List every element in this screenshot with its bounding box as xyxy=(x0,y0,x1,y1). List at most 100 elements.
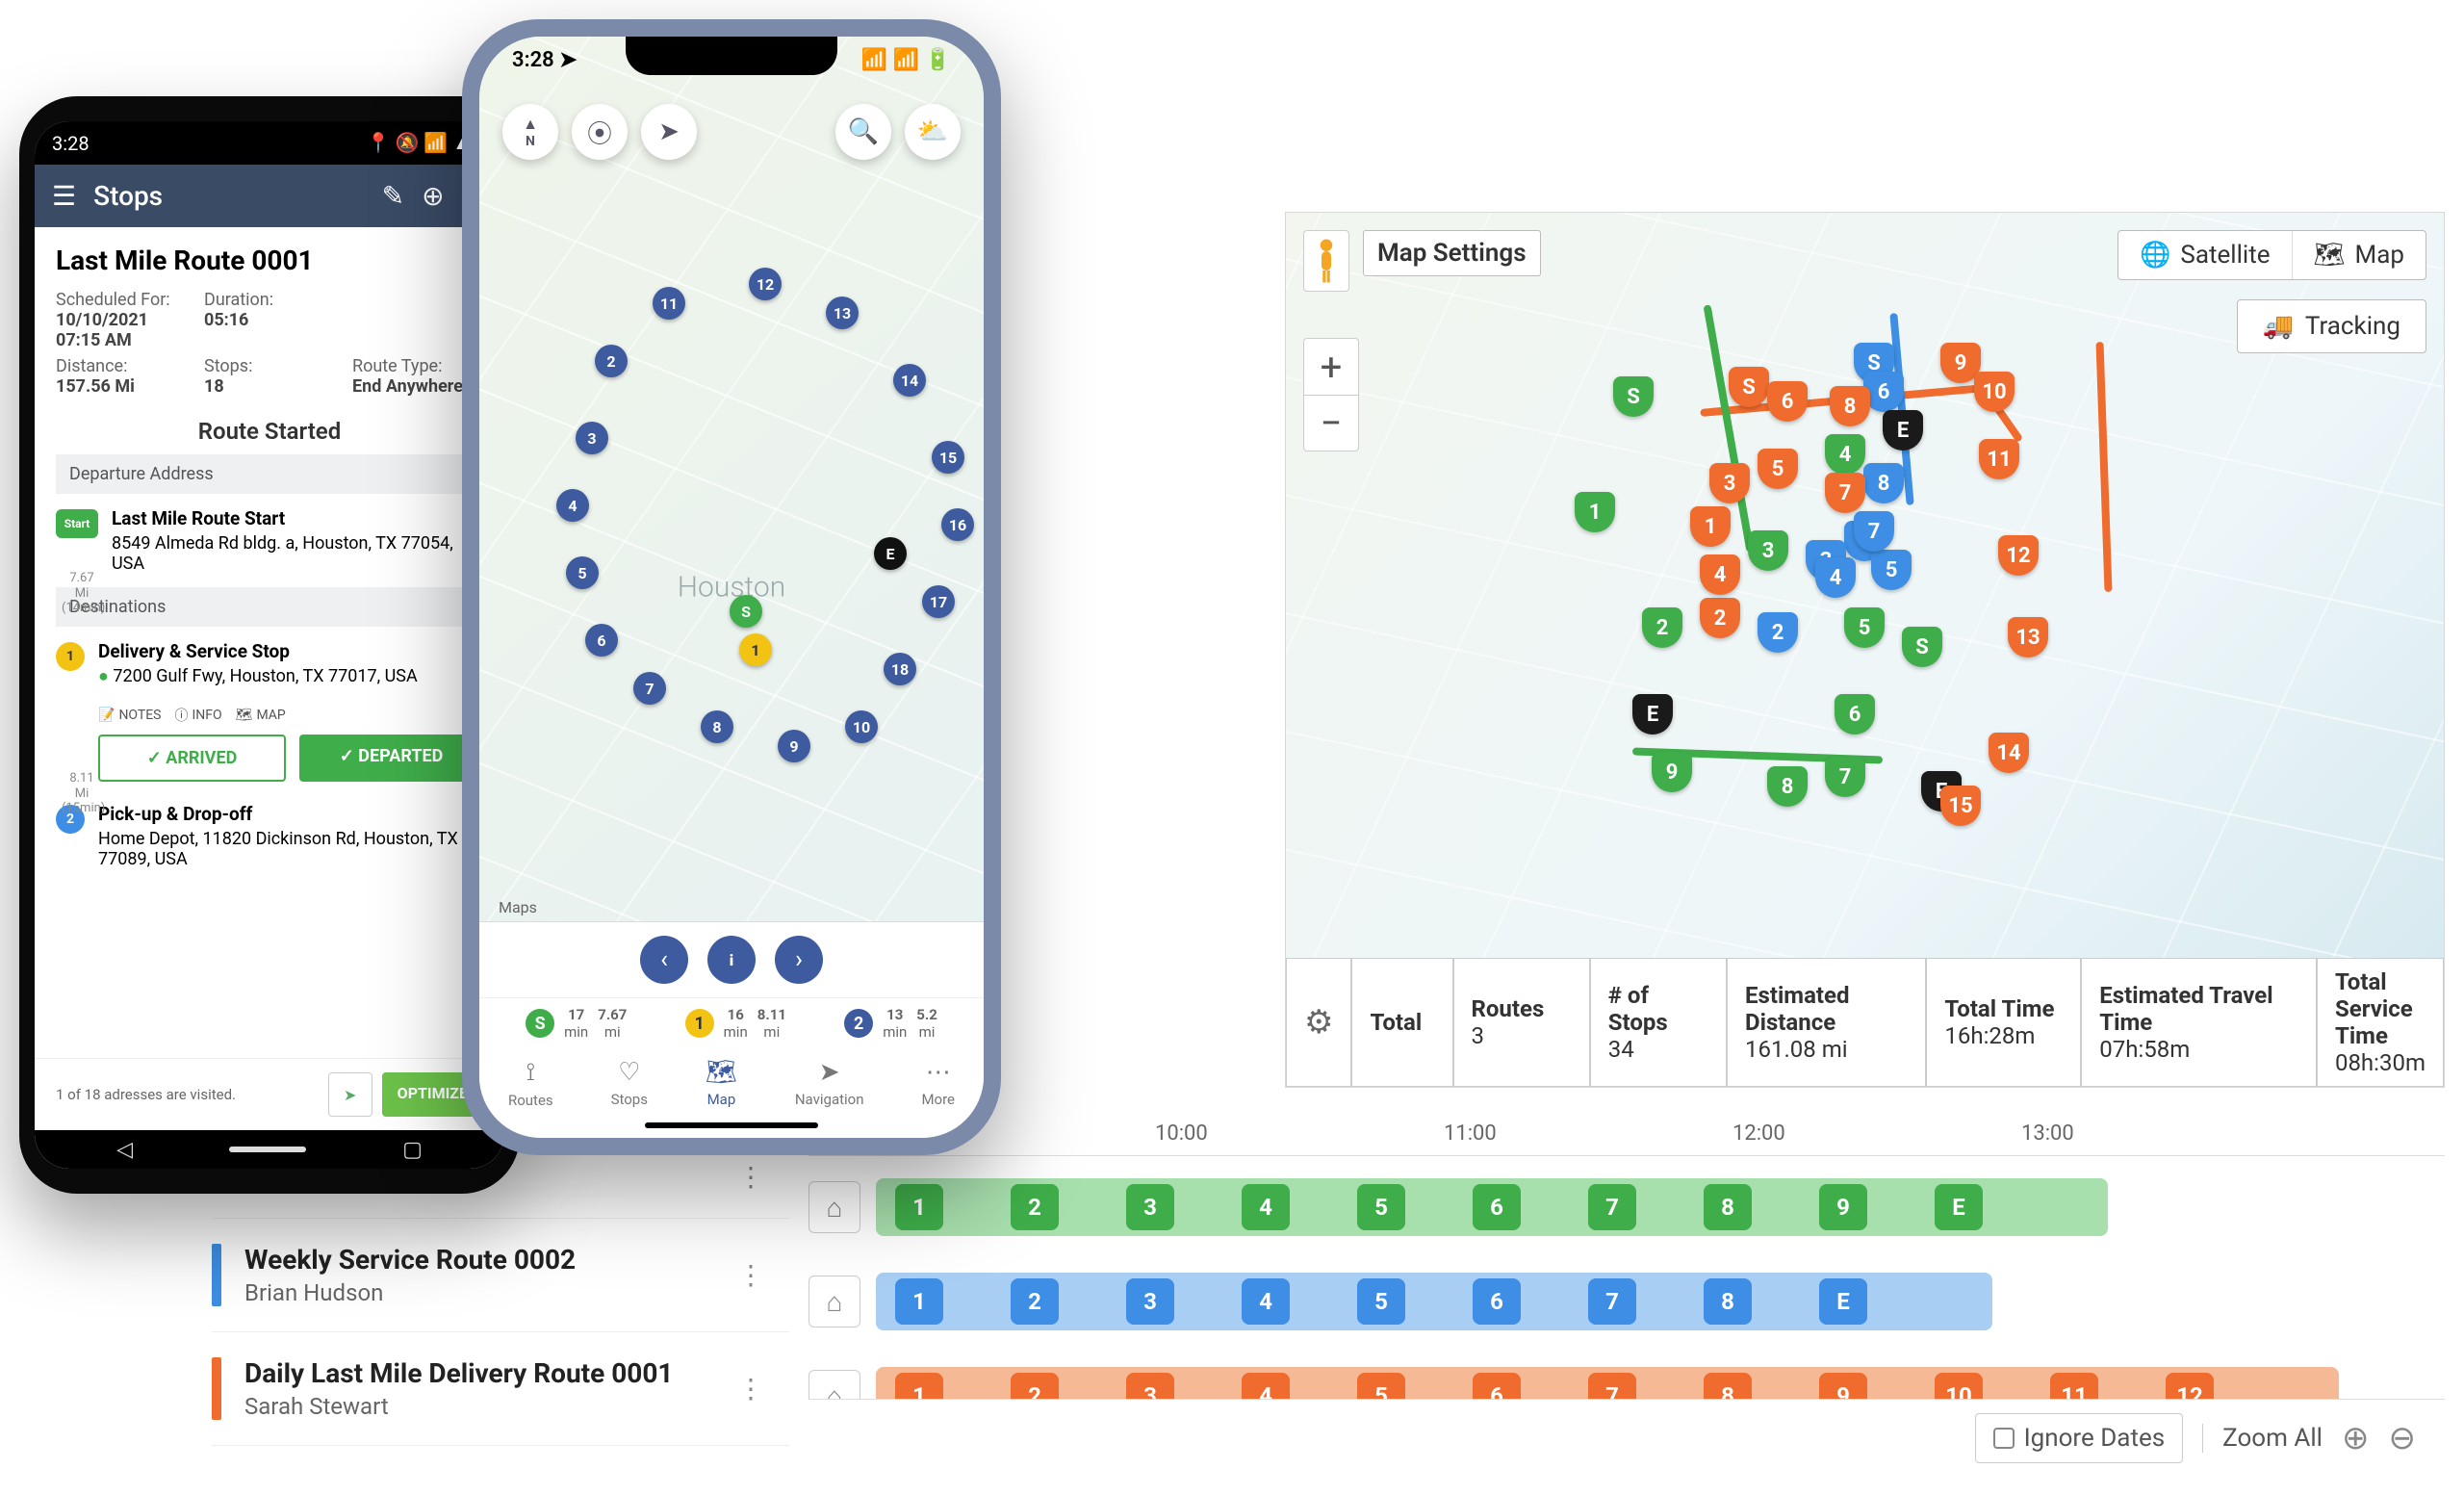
search-button[interactable]: 🔍 xyxy=(835,104,891,160)
departed-button[interactable]: ✓ DEPARTED xyxy=(299,735,483,782)
notes-button[interactable]: 📝 NOTES xyxy=(98,708,162,723)
map-marker[interactable]: 7 xyxy=(1825,473,1865,523)
mobile-map-marker[interactable]: E xyxy=(874,537,907,570)
map-marker[interactable]: 11 xyxy=(1979,439,2019,489)
timeline-stop[interactable]: 6 xyxy=(1473,1278,1521,1325)
mobile-map-marker[interactable]: 18 xyxy=(884,653,916,685)
mobile-map-marker[interactable]: 6 xyxy=(585,624,618,657)
mobile-map-marker[interactable]: 7 xyxy=(633,672,666,705)
strip-pin[interactable]: S xyxy=(526,1009,554,1038)
timeline-stop[interactable]: 8 xyxy=(1704,1184,1752,1230)
tracking-button[interactable]: 🚚Tracking xyxy=(2237,299,2426,353)
map-marker[interactable]: 14 xyxy=(1989,733,2029,783)
map-marker[interactable]: E xyxy=(1632,694,1673,744)
map-canvas[interactable]: Map Settings + − 🌐Satellite 🗺Map 🚚Tracki… xyxy=(1286,213,2444,1087)
mobile-map-marker[interactable]: 16 xyxy=(941,508,974,541)
timeline-stop[interactable]: 1 xyxy=(895,1278,943,1325)
tab-routes[interactable]: ⟟Routes xyxy=(508,1058,553,1109)
mobile-map-marker[interactable]: 11 xyxy=(653,287,685,320)
route-item-menu[interactable]: ⋮ xyxy=(732,1259,770,1291)
map-marker[interactable]: 9 xyxy=(1652,752,1692,802)
timeline-stop[interactable]: 7 xyxy=(1588,1278,1636,1325)
map-marker[interactable]: 3 xyxy=(1709,463,1750,513)
mobile-map-marker[interactable]: 9 xyxy=(778,730,810,762)
mobile-map-marker[interactable]: 15 xyxy=(932,441,964,474)
map-type-satellite[interactable]: 🌐Satellite xyxy=(2118,231,2292,279)
map-marker[interactable]: 15 xyxy=(1940,786,1981,836)
arrived-button[interactable]: ✓ ARRIVED xyxy=(98,735,286,782)
mobile-map-marker[interactable]: S xyxy=(730,595,762,628)
timeline-stop[interactable]: 2 xyxy=(1011,1184,1059,1230)
map-marker[interactable]: 3 xyxy=(1748,530,1788,580)
map-marker[interactable]: 2 xyxy=(1700,598,1740,648)
zoom-out-icon[interactable]: ⊖ xyxy=(2389,1419,2417,1457)
tab-map[interactable]: 🗺Map xyxy=(706,1058,737,1109)
timeline-stop[interactable]: E xyxy=(1819,1278,1867,1325)
timeline-stop[interactable]: E xyxy=(1935,1184,1983,1230)
timeline-home-button[interactable]: ⌂ xyxy=(808,1276,860,1327)
map-marker[interactable]: 6 xyxy=(1835,694,1875,744)
zoom-all-button[interactable]: Zoom All xyxy=(2202,1424,2323,1453)
timeline-stop[interactable]: 3 xyxy=(1126,1184,1174,1230)
tab-more[interactable]: ⋯More xyxy=(921,1058,955,1109)
mobile-map-marker[interactable]: 17 xyxy=(922,585,955,618)
summary-settings-button[interactable]: ⚙ xyxy=(1286,958,1351,1087)
locate-button[interactable]: ➤ xyxy=(641,104,697,160)
strip-pin[interactable]: 1 xyxy=(685,1009,714,1038)
route-list-item[interactable]: Daily Last Mile Delivery Route 0001Sarah… xyxy=(212,1332,789,1446)
map-marker[interactable]: 4 xyxy=(1700,554,1740,605)
next-stop-button[interactable]: › xyxy=(775,936,823,984)
timeline-stop[interactable]: 4 xyxy=(1242,1184,1290,1230)
route-list-item[interactable]: Weekly Service Route 0002Brian Hudson⋮ xyxy=(212,1219,789,1332)
zoom-out-button[interactable]: − xyxy=(1304,395,1358,451)
map-marker[interactable]: 2 xyxy=(1642,607,1682,657)
prev-stop-button[interactable]: ‹ xyxy=(640,936,688,984)
map-marker[interactable]: S xyxy=(1729,367,1769,417)
tab-stops[interactable]: ♡Stops xyxy=(611,1058,648,1109)
mobile-map-marker[interactable]: 12 xyxy=(749,268,782,300)
edit-icon[interactable]: ✎ xyxy=(382,180,404,212)
map-marker[interactable]: S xyxy=(1613,376,1654,426)
map-marker[interactable]: 6 xyxy=(1767,381,1808,431)
timeline-stop[interactable]: 3 xyxy=(1126,1278,1174,1325)
mobile-map-marker[interactable]: 5 xyxy=(566,556,599,589)
timeline-stop[interactable]: 1 xyxy=(895,1184,943,1230)
info-button[interactable]: ⓘ INFO xyxy=(175,706,222,725)
map-marker[interactable]: 5 xyxy=(1844,607,1885,657)
route-item-menu[interactable]: ⋮ xyxy=(732,1161,770,1193)
compass-button[interactable]: ▲N xyxy=(502,104,558,160)
mobile-map-marker[interactable]: 8 xyxy=(701,710,733,743)
add-icon[interactable]: ⊕ xyxy=(422,180,444,212)
map-marker[interactable]: 1 xyxy=(1575,492,1615,542)
timeline-stop[interactable]: 9 xyxy=(1819,1184,1867,1230)
map-marker[interactable]: 7 xyxy=(1825,757,1865,807)
map-marker[interactable]: 8 xyxy=(1863,463,1904,513)
zoom-in-icon[interactable]: ⊕ xyxy=(2342,1419,2370,1457)
zoom-in-button[interactable]: + xyxy=(1304,339,1358,395)
map-marker[interactable]: 5 xyxy=(1758,449,1798,499)
map-marker[interactable]: 10 xyxy=(1974,372,2015,422)
navigate-button[interactable]: ➤ xyxy=(328,1072,372,1117)
map-marker[interactable]: E xyxy=(1883,410,1923,460)
mobile-map-marker[interactable]: 1 xyxy=(739,633,772,666)
mobile-map-marker[interactable]: 14 xyxy=(893,364,926,397)
timeline-stop[interactable]: 2 xyxy=(1011,1278,1059,1325)
map-marker[interactable]: 4 xyxy=(1815,557,1856,607)
weather-button[interactable]: ⛅ xyxy=(905,104,961,160)
map-marker[interactable]: S xyxy=(1902,627,1942,677)
timeline-stop[interactable]: 5 xyxy=(1357,1184,1405,1230)
timeline-stop[interactable]: 7 xyxy=(1588,1184,1636,1230)
map-marker[interactable]: 13 xyxy=(2008,617,2048,667)
map-marker[interactable]: 2 xyxy=(1758,612,1798,662)
streetview-pegman[interactable] xyxy=(1303,230,1349,292)
menu-icon[interactable]: ☰ xyxy=(52,180,76,212)
map-marker[interactable]: 12 xyxy=(1998,535,2039,585)
mobile-map-marker[interactable]: 13 xyxy=(826,296,859,329)
timeline-stop[interactable]: 8 xyxy=(1704,1278,1752,1325)
route-item-menu[interactable]: ⋮ xyxy=(732,1373,770,1405)
strip-pin[interactable]: 2 xyxy=(844,1009,873,1038)
ignore-dates-checkbox[interactable]: Ignore Dates xyxy=(1975,1413,2184,1463)
timeline-stop[interactable]: 4 xyxy=(1242,1278,1290,1325)
mobile-map-marker[interactable]: 4 xyxy=(556,489,589,522)
map-settings-button[interactable]: Map Settings xyxy=(1363,230,1541,276)
